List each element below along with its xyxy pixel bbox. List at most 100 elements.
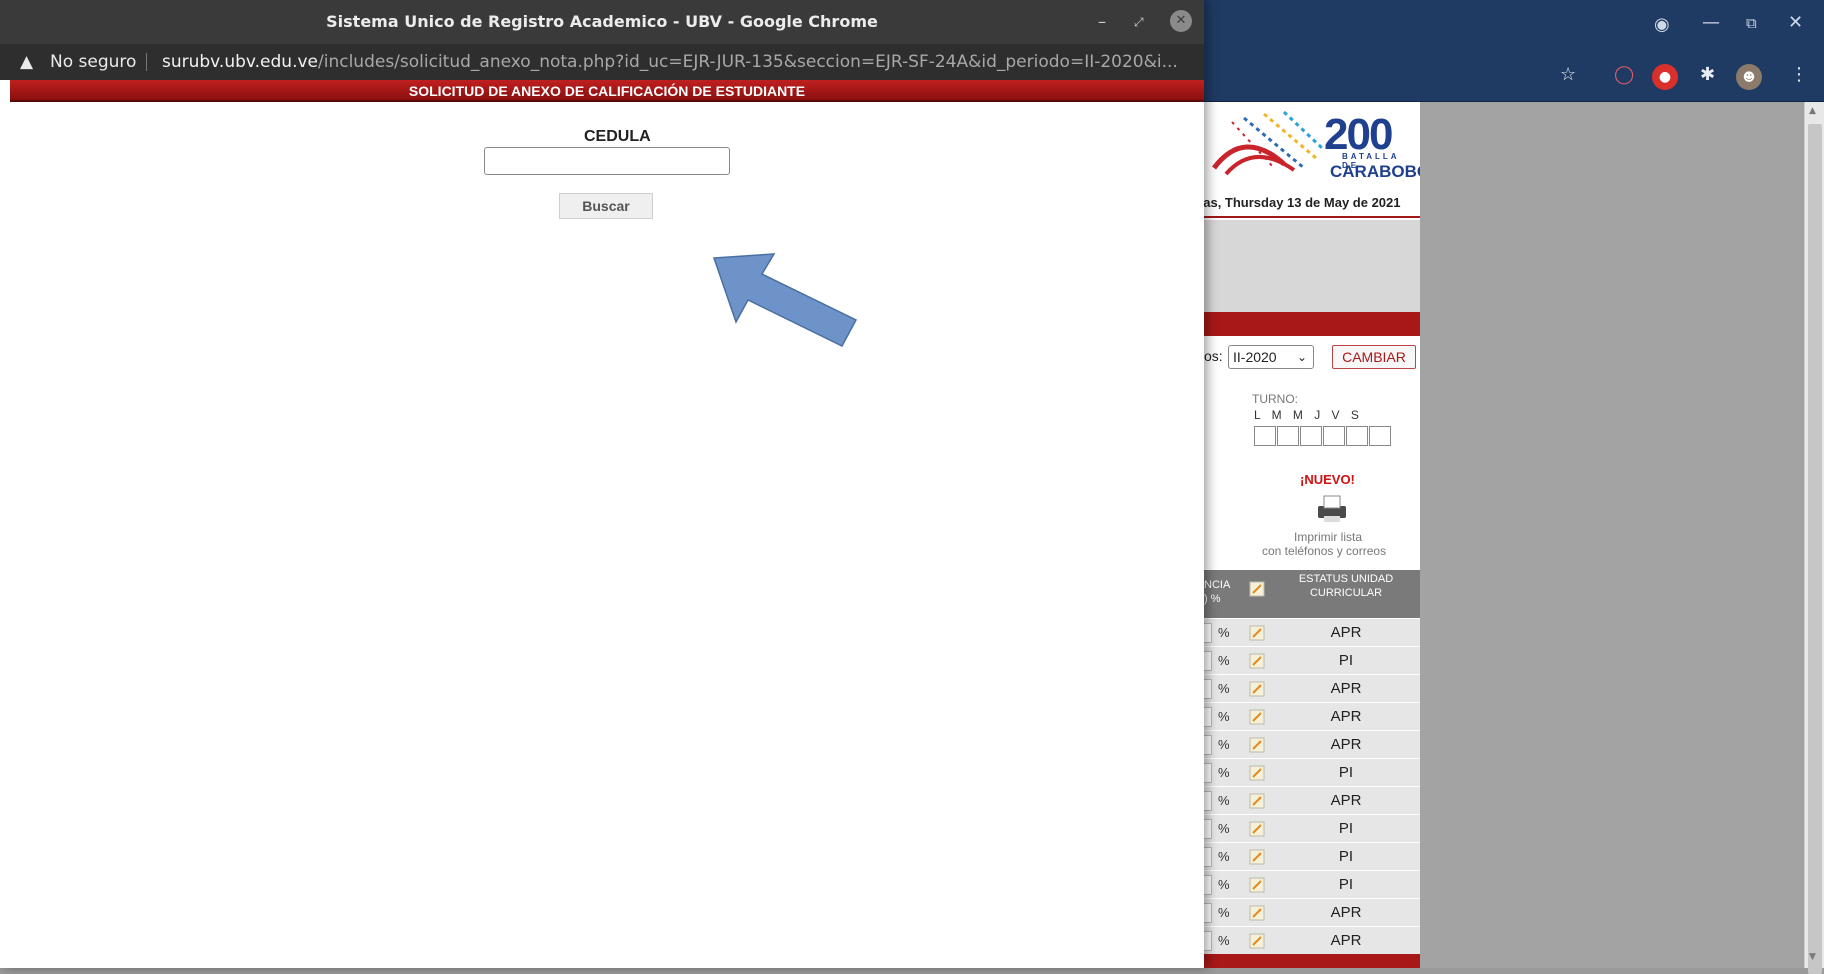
percent-symbol: %	[1218, 709, 1230, 724]
logo-graphic-icon	[1212, 110, 1324, 176]
edit-icon[interactable]	[1248, 792, 1266, 810]
turno-checkbox[interactable]	[1277, 426, 1299, 446]
turno-checkbox[interactable]	[1346, 426, 1368, 446]
cedula-input[interactable]	[484, 147, 730, 175]
scroll-up-icon[interactable]: ▲	[1809, 106, 1816, 116]
printer-icon[interactable]	[1314, 494, 1350, 524]
not-secure-label[interactable]: No seguro	[50, 44, 136, 80]
warning-icon[interactable]: ▲	[20, 44, 33, 80]
edit-icon[interactable]	[1248, 764, 1266, 782]
popup-address-bar[interactable]: ▲ No seguro surubv.ubv.edu.ve/includes/s…	[0, 44, 1204, 80]
percent-input[interactable]	[1204, 791, 1212, 811]
edit-icon[interactable]	[1248, 932, 1266, 950]
period-select[interactable]: II-2020 ⌄	[1228, 345, 1314, 369]
table-row: % APR	[1204, 898, 1420, 926]
print-list-link[interactable]: Imprimir lista	[1294, 530, 1362, 544]
gray-background-area	[1420, 102, 1824, 968]
search-button[interactable]: Buscar	[559, 193, 653, 219]
table-row: % APR	[1204, 926, 1420, 954]
minimize-icon[interactable]: —	[1702, 12, 1720, 33]
percent-input[interactable]	[1204, 875, 1212, 895]
pocket-icon[interactable]: ◯	[1614, 64, 1634, 85]
edit-icon[interactable]	[1248, 820, 1266, 838]
period-label: os:	[1204, 348, 1223, 364]
percent-symbol: %	[1218, 821, 1230, 836]
percent-symbol: %	[1218, 933, 1230, 948]
edit-icon[interactable]	[1248, 876, 1266, 894]
percent-input[interactable]	[1204, 763, 1212, 783]
background-page-content: 200 BATALLA DE CARABOBO cas, Thursday 13…	[1204, 102, 1420, 968]
status-cell: PI	[1338, 764, 1354, 781]
status-cell: PI	[1338, 820, 1354, 837]
percent-input[interactable]	[1204, 735, 1212, 755]
bookmark-star-icon[interactable]: ☆	[1560, 64, 1576, 85]
url-path: /includes/solicitud_anexo_nota.php?id_uc…	[318, 52, 1178, 72]
turno-checkbox[interactable]	[1369, 426, 1391, 446]
status-cell: APR	[1330, 932, 1362, 949]
vertical-scrollbar[interactable]: ▲ ▼	[1804, 102, 1824, 974]
table-row: % PI	[1204, 870, 1420, 898]
edit-icon[interactable]	[1248, 904, 1266, 922]
scroll-down-icon[interactable]: ▼	[1809, 952, 1816, 962]
turno-days: L M M J V S	[1254, 408, 1359, 422]
edit-icon[interactable]	[1248, 680, 1266, 698]
profile-avatar[interactable]: ☻	[1736, 64, 1762, 90]
edit-icon[interactable]	[1248, 848, 1266, 866]
change-period-button[interactable]: CAMBIAR	[1332, 345, 1416, 369]
attendance-header-line2: ) %	[1204, 593, 1221, 605]
percent-input[interactable]	[1204, 651, 1212, 671]
percent-symbol: %	[1218, 877, 1230, 892]
chrome-profile-menu-icon[interactable]: ◉	[1654, 14, 1670, 35]
popup-title: Sistema Unico de Registro Academico - UB…	[326, 12, 878, 31]
percent-input[interactable]	[1204, 903, 1212, 923]
popup-close-icon[interactable]: ✕	[1170, 10, 1192, 32]
edit-icon[interactable]	[1248, 708, 1266, 726]
percent-input[interactable]	[1204, 679, 1212, 699]
percent-input[interactable]	[1204, 847, 1212, 867]
adblock-extension-icon[interactable]: ●	[1652, 64, 1678, 90]
percent-input[interactable]	[1204, 707, 1212, 727]
turno-label: TURNO:	[1252, 392, 1298, 406]
popup-minimize-icon[interactable]: –	[1098, 10, 1106, 34]
restore-icon[interactable]: ⧉	[1746, 14, 1757, 32]
scrollbar-thumb[interactable]	[1808, 124, 1822, 974]
percent-input[interactable]	[1204, 623, 1212, 643]
carabobo-logo: 200 BATALLA DE CARABOBO	[1204, 102, 1420, 188]
turno-checkbox[interactable]	[1254, 426, 1276, 446]
percent-input[interactable]	[1204, 819, 1212, 839]
period-select-value: II-2020	[1233, 349, 1277, 365]
popup-restore-icon[interactable]: ⤢	[1134, 10, 1144, 34]
table-row: % PI	[1204, 814, 1420, 842]
url-text[interactable]: surubv.ubv.edu.ve/includes/solicitud_ane…	[162, 44, 1178, 80]
cedula-label: CEDULA	[584, 128, 651, 145]
turno-checkbox[interactable]	[1300, 426, 1322, 446]
table-row: % PI	[1204, 758, 1420, 786]
edit-icon[interactable]	[1248, 624, 1266, 642]
percent-input[interactable]	[1204, 931, 1212, 951]
status-header: ESTATUS UNIDAD CURRICULAR	[1298, 573, 1394, 599]
popup-page: SOLICITUD DE ANEXO DE CALIFICACIÓN DE ES…	[10, 80, 1204, 968]
info-panel	[1204, 220, 1420, 312]
status-cell: PI	[1338, 848, 1354, 865]
percent-symbol: %	[1218, 765, 1230, 780]
chrome-menu-icon[interactable]: ⋮	[1790, 64, 1808, 85]
status-cell: APR	[1330, 792, 1362, 809]
status-cell: APR	[1330, 708, 1362, 725]
print-list-subtext[interactable]: con teléfonos y correos	[1262, 544, 1386, 558]
table-row: % APR	[1204, 730, 1420, 758]
extensions-puzzle-icon[interactable]: ✱	[1700, 64, 1715, 85]
address-separator	[146, 53, 147, 71]
close-icon[interactable]: ✕	[1788, 12, 1803, 33]
turno-checkbox[interactable]	[1323, 426, 1345, 446]
logo-line2: CARABOBO	[1330, 162, 1420, 181]
footer-bar	[1204, 954, 1420, 968]
percent-symbol: %	[1218, 793, 1230, 808]
edit-icon[interactable]	[1248, 652, 1266, 670]
chevron-down-icon: ⌄	[1296, 350, 1307, 364]
edit-icon[interactable]	[1248, 736, 1266, 754]
percent-symbol: %	[1218, 625, 1230, 640]
status-cell: PI	[1338, 876, 1354, 893]
percent-symbol: %	[1218, 653, 1230, 668]
popup-title-bar: Sistema Unico de Registro Academico - UB…	[0, 0, 1204, 44]
table-row: % APR	[1204, 786, 1420, 814]
